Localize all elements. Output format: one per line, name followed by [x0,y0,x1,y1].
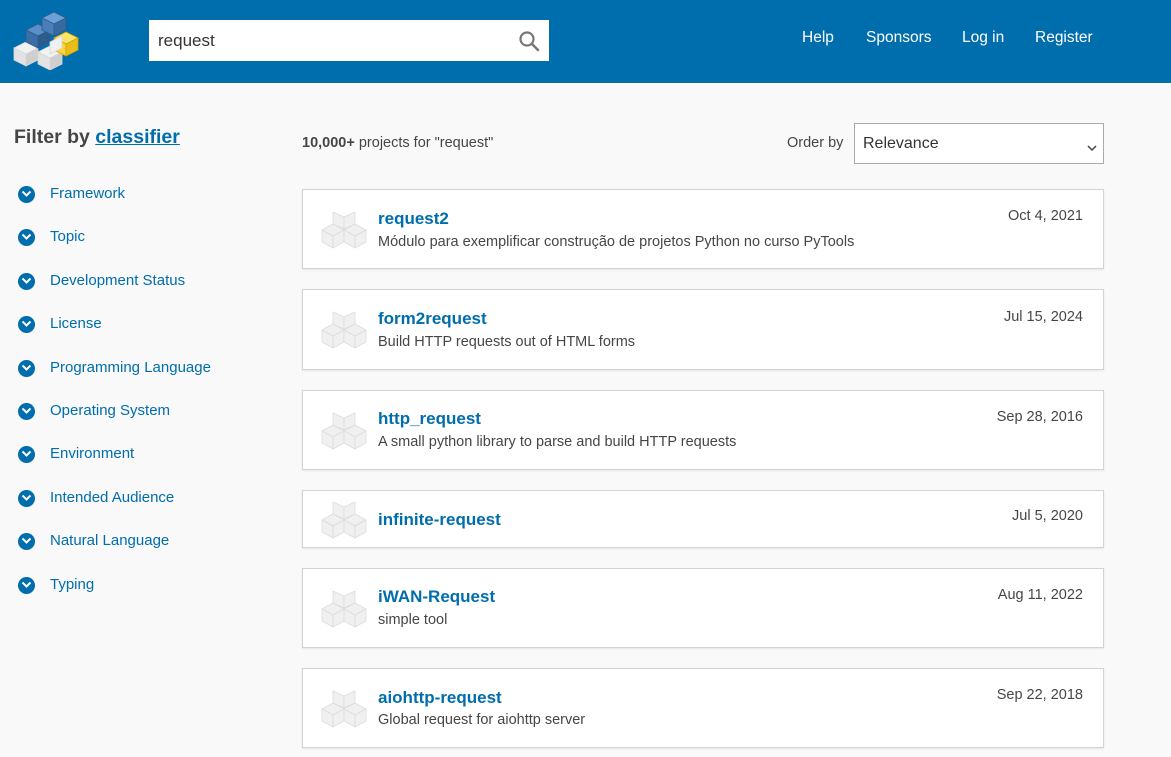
filter-development-status[interactable]: Development Status [18,270,258,313]
chevron-down-icon [18,272,35,290]
classifier-link[interactable]: classifier [95,126,180,148]
classifier-filter-list: Framework Topic Development Status Licen… [18,183,258,617]
package-date: Oct 4, 2021 [1008,208,1083,224]
chevron-down-icon [18,229,35,247]
filter-framework[interactable]: Framework [18,183,258,226]
filter-operating-system[interactable]: Operating System [18,400,258,443]
package-date: Aug 11, 2022 [997,587,1083,603]
chevron-down-icon [1087,139,1097,157]
chevron-down-icon [18,489,35,507]
package-icon [321,210,367,250]
result-card[interactable]: form2request Jul 15, 2024 Build HTTP req… [302,289,1104,370]
package-date: Sep 22, 2018 [996,687,1083,703]
filter-topic[interactable]: Topic [18,226,258,269]
filter-label: Programming Language [50,358,211,376]
filter-heading: Filter by classifier [14,126,180,149]
filter-label: License [50,315,102,333]
package-name-link[interactable]: request2 [378,209,449,229]
pypi-logo[interactable] [12,8,82,71]
filter-typing[interactable]: Typing [18,574,258,617]
package-icon [321,310,367,350]
package-icon [321,500,367,540]
filter-environment[interactable]: Environment [18,443,258,486]
package-description: Build HTTP requests out of HTML forms [378,334,636,350]
chevron-down-icon [18,576,35,594]
result-card[interactable]: request2 Oct 4, 2021 Módulo para exempli… [302,189,1104,269]
filter-label: Typing [50,575,95,593]
filter-heading-prefix: Filter by [14,126,90,148]
result-card[interactable]: iWAN-Request Aug 11, 2022 simple tool [302,568,1104,648]
filter-natural-language[interactable]: Natural Language [18,530,258,573]
package-name-link[interactable]: form2request [378,309,487,329]
filter-label: Development Status [50,271,186,289]
filter-label: Framework [50,185,126,202]
result-card[interactable]: infinite-request Jul 5, 2020 [302,490,1104,548]
chevron-down-icon [18,533,35,551]
package-description: Módulo para exemplificar construção de p… [378,234,855,250]
package-icon [321,689,367,729]
results-count-suffix: projects for "request" [358,135,494,151]
search-icon[interactable] [517,29,541,53]
package-date: Jul 15, 2024 [1003,309,1083,325]
package-description: Global request for aiohttp server [378,712,586,728]
order-by-select[interactable]: Relevance [854,123,1104,164]
package-icon [321,411,367,451]
filter-intended-audience[interactable]: Intended Audience [18,487,258,530]
results-count-number: 10,000+ [302,135,355,151]
package-date: Jul 5, 2020 [1012,508,1083,524]
filter-label: Intended Audience [50,488,175,506]
results-count: 10,000+ projects for "request" [302,135,493,151]
package-date: Sep 28, 2016 [996,409,1083,425]
filter-programming-language[interactable]: Programming Language [18,357,258,400]
result-card[interactable]: http_request Sep 28, 2016 A small python… [302,390,1104,470]
chevron-down-icon [18,316,35,334]
package-name-link[interactable]: infinite-request [378,510,501,530]
chevron-down-icon [18,186,35,203]
package-description: simple tool [378,612,448,628]
nav-login-link[interactable]: Log in [962,29,1004,47]
package-name-link[interactable]: aiohttp-request [378,688,502,708]
order-by-label: Order by [787,135,844,151]
filter-label: Topic [50,228,86,246]
top-header: Help Sponsors Log in Register [0,0,1171,83]
search-input[interactable] [149,20,509,61]
nav-register-link[interactable]: Register [1035,29,1093,47]
chevron-down-icon [18,446,35,464]
package-name-link[interactable]: http_request [378,409,481,429]
filter-label: Environment [50,445,135,463]
chevron-down-icon [18,402,35,420]
result-card[interactable]: aiohttp-request Sep 22, 2018 Global requ… [302,668,1104,748]
order-by-value: Relevance [863,135,939,152]
package-description: A small python library to parse and buil… [378,434,737,450]
package-name-link[interactable]: iWAN-Request [378,587,495,607]
filter-license[interactable]: License [18,313,258,356]
package-icon [321,589,367,629]
nav-help-link[interactable]: Help [802,29,834,47]
search-box [149,20,549,61]
nav-sponsors-link[interactable]: Sponsors [866,29,931,47]
filter-label: Natural Language [50,532,170,550]
filter-label: Operating System [50,401,171,419]
chevron-down-icon [18,359,35,377]
